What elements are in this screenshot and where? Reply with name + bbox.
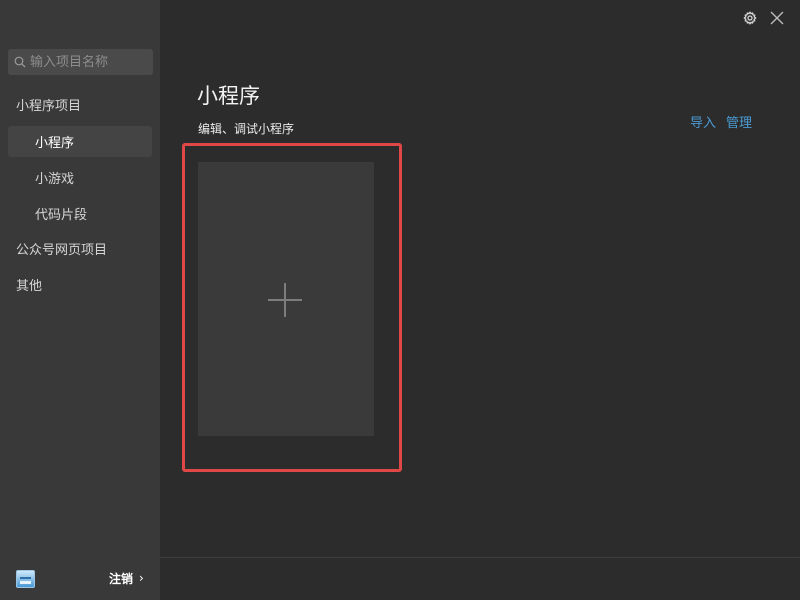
sidebar-item-label: 代码片段 [35,208,88,223]
import-link[interactable]: 导入 [690,112,716,131]
header-actions: 导入 管理 [690,112,752,131]
divider [160,557,800,558]
close-icon[interactable] [769,10,785,26]
sidebar-item-code-snippets[interactable]: 代码片段 [8,198,152,229]
sidebar-item-other[interactable]: 其他 [8,269,152,300]
search-input[interactable] [30,54,145,70]
logout-label: 注销 [109,571,134,586]
logout-button[interactable]: 注销 › [109,569,144,587]
page-title: 小程序 [197,84,260,108]
sidebar-item-label: 小程序 [35,136,75,151]
sidebar-item-label: 小程序项目 [16,99,82,114]
window-controls [743,10,785,26]
search-box[interactable] [8,49,153,75]
avatar-decoration [20,581,31,584]
manage-link[interactable]: 管理 [726,112,752,131]
highlight-outline [182,143,402,472]
avatar-icon[interactable] [16,570,35,588]
sidebar-item-label: 小游戏 [35,172,75,187]
search-icon [14,56,26,68]
main-panel: 小程序 编辑、调试小程序 导入 管理 [160,0,800,600]
sidebar-item-label: 其他 [16,279,43,294]
gear-icon[interactable] [743,11,757,25]
sidebar-item-minigame[interactable]: 小游戏 [8,162,152,193]
avatar-decoration [20,577,31,579]
chevron-right-icon: › [139,571,144,585]
page-subtitle: 编辑、调试小程序 [198,122,295,136]
sidebar-item-miniprogram[interactable]: 小程序 [8,126,152,157]
sidebar: 小程序项目 小程序 小游戏 代码片段 公众号网页项目 其他 注销 › [0,0,160,600]
sidebar-item-official-account-web[interactable]: 公众号网页项目 [8,233,152,264]
sidebar-item-label: 公众号网页项目 [16,243,108,258]
sidebar-item-miniprogram-projects[interactable]: 小程序项目 [8,89,152,120]
app-window: 小程序项目 小程序 小游戏 代码片段 公众号网页项目 其他 注销 › [0,0,800,600]
